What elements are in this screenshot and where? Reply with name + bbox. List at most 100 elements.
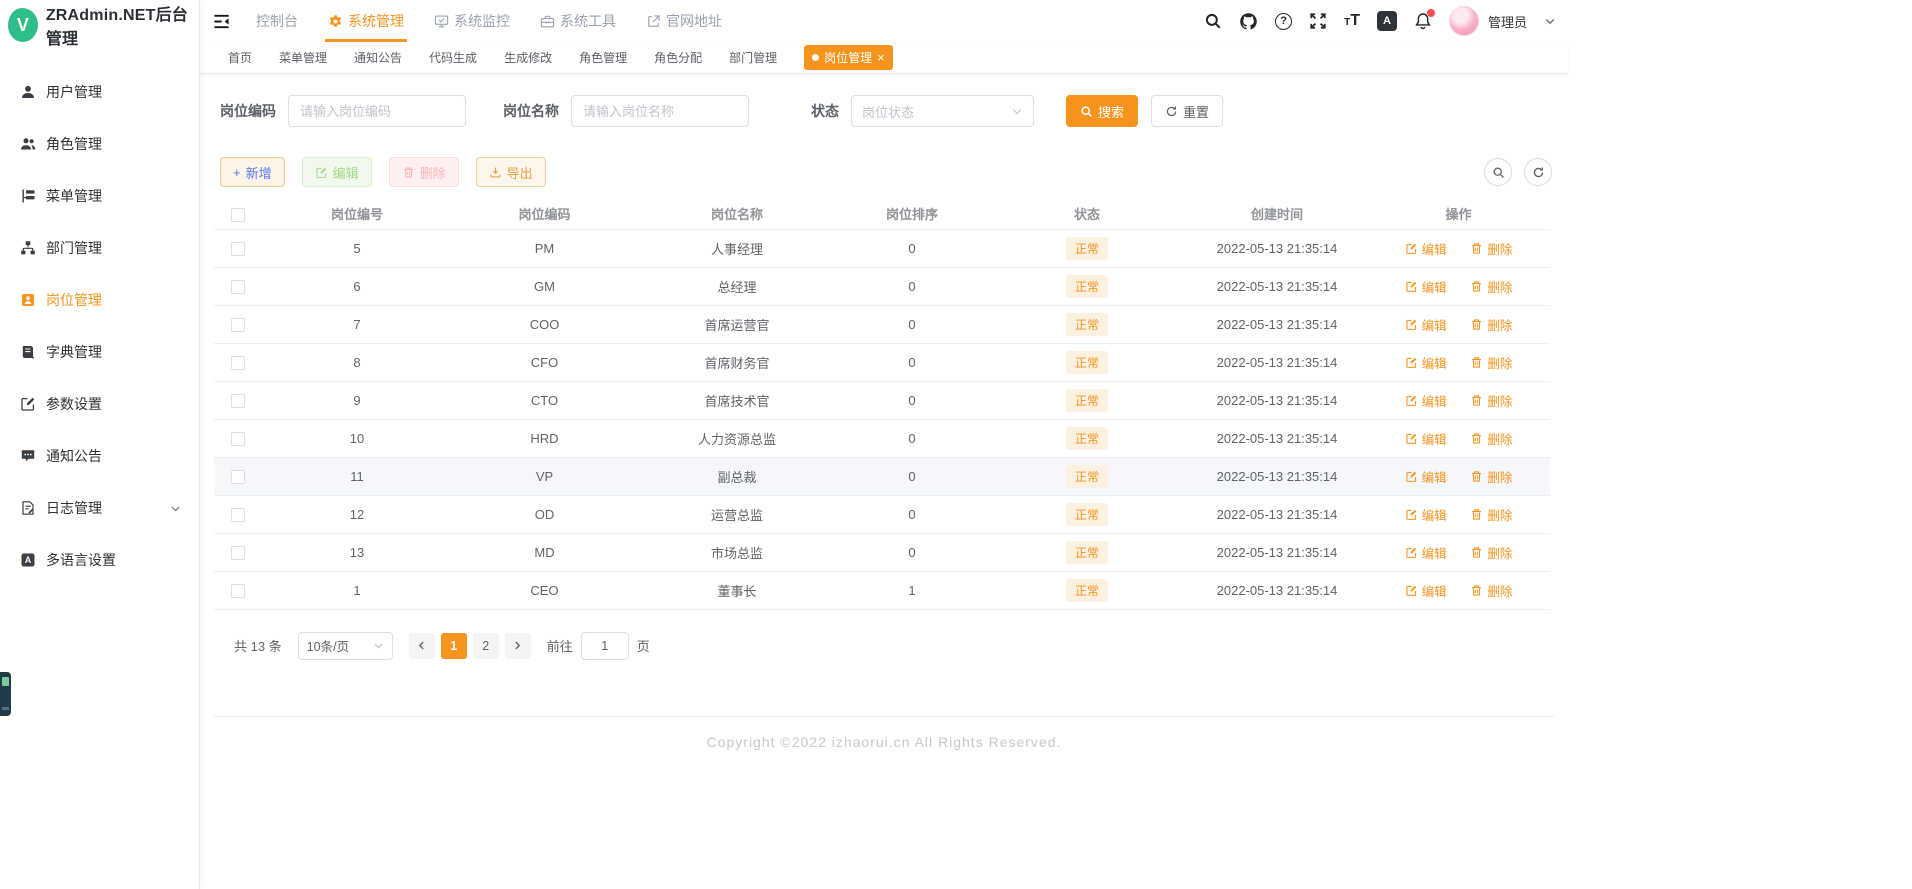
cell-created-time: 2022-05-13 21:35:14 xyxy=(1187,495,1367,534)
help-icon[interactable]: ? xyxy=(1275,12,1293,30)
tab[interactable]: 角色管理× xyxy=(579,49,627,66)
row-delete-button[interactable]: 删除 xyxy=(1470,315,1512,334)
cell-post-code: CEO xyxy=(452,571,637,610)
tab-close-icon[interactable]: × xyxy=(877,51,885,64)
nav-item-official-site[interactable]: 官网地址 xyxy=(631,0,737,42)
row-delete-button[interactable]: 删除 xyxy=(1470,505,1512,524)
search-icon[interactable] xyxy=(1204,12,1222,30)
export-button[interactable]: 导出 xyxy=(475,157,546,187)
row-edit-button[interactable]: 编辑 xyxy=(1405,505,1447,524)
row-checkbox[interactable] xyxy=(231,507,245,522)
row-delete-button[interactable]: 删除 xyxy=(1470,277,1512,296)
sidebar-item-menus[interactable]: 菜单管理 xyxy=(0,170,199,222)
reset-button[interactable]: 重置 xyxy=(1151,95,1224,127)
fullscreen-icon[interactable] xyxy=(1309,12,1327,30)
sidebar-item-dictionary[interactable]: 字典管理 xyxy=(0,326,199,378)
sidebar-item-departments[interactable]: 部门管理 xyxy=(0,222,199,274)
nav-item-console[interactable]: 控制台 xyxy=(241,0,313,42)
sidebar-item-languages[interactable]: A 多语言设置 xyxy=(0,534,199,586)
row-edit-button[interactable]: 编辑 xyxy=(1405,277,1447,296)
tab[interactable]: 部门管理× xyxy=(729,49,777,66)
user-name[interactable]: 管理员 xyxy=(1488,12,1527,31)
sidebar-item-notices[interactable]: 通知公告 xyxy=(0,430,199,482)
sidebar-item-users[interactable]: 用户管理 xyxy=(0,66,199,118)
font-size-icon[interactable]: TT xyxy=(1344,12,1360,30)
language-switch-icon[interactable]: A xyxy=(1376,11,1397,31)
sidebar-item-logs[interactable]: 日志管理 xyxy=(0,482,199,534)
select-all-checkbox[interactable] xyxy=(231,207,245,222)
avatar[interactable] xyxy=(1448,6,1479,36)
row-delete-button[interactable]: 删除 xyxy=(1470,353,1512,372)
tab[interactable]: 菜单管理× xyxy=(279,49,327,66)
row-checkbox[interactable] xyxy=(231,431,245,446)
row-checkbox[interactable] xyxy=(231,393,245,408)
add-button[interactable]: + 新增 xyxy=(220,157,285,187)
table-row[interactable]: 12 OD 运营总监 0 正常 2022-05-13 21:35:14 编辑 删… xyxy=(214,495,1550,534)
chevron-down-icon[interactable] xyxy=(1544,15,1556,27)
row-delete-button[interactable]: 删除 xyxy=(1470,543,1512,562)
row-edit-button[interactable]: 编辑 xyxy=(1405,467,1447,486)
table-row[interactable]: 9 CTO 首席技术官 0 正常 2022-05-13 21:35:14 编辑 … xyxy=(214,381,1550,420)
next-page-button[interactable] xyxy=(504,632,531,659)
gear-icon xyxy=(328,14,343,29)
row-edit-button[interactable]: 编辑 xyxy=(1405,391,1447,410)
refresh-icon[interactable] xyxy=(1524,158,1552,186)
sidebar-item-posts[interactable]: 岗位管理 xyxy=(0,274,199,326)
github-icon[interactable] xyxy=(1239,12,1258,31)
show-search-icon[interactable] xyxy=(1484,158,1512,186)
sidebar-toggle-icon[interactable] xyxy=(212,12,231,31)
page-number-button[interactable]: 1 xyxy=(440,632,467,659)
nav-item-system-monitor[interactable]: 系统监控 xyxy=(419,0,525,42)
table-row[interactable]: 11 VP 副总裁 0 正常 2022-05-13 21:35:14 编辑 删除 xyxy=(214,457,1550,496)
collapsed-widget[interactable] xyxy=(0,672,11,716)
row-edit-button[interactable]: 编辑 xyxy=(1405,429,1447,448)
page-size-select[interactable]: 10条/页 xyxy=(297,631,393,660)
cell-post-sort: 0 xyxy=(837,381,987,420)
table-row[interactable]: 13 MD 市场总监 0 正常 2022-05-13 21:35:14 编辑 删… xyxy=(214,533,1550,572)
row-delete-button[interactable]: 删除 xyxy=(1470,581,1512,600)
row-delete-button[interactable]: 删除 xyxy=(1470,429,1512,448)
row-edit-button[interactable]: 编辑 xyxy=(1405,581,1447,600)
sidebar-item-roles[interactable]: 角色管理 xyxy=(0,118,199,170)
row-checkbox[interactable] xyxy=(231,279,245,294)
row-edit-button[interactable]: 编辑 xyxy=(1405,543,1447,562)
row-checkbox[interactable] xyxy=(231,317,245,332)
table-row[interactable]: 10 HRD 人力资源总监 0 正常 2022-05-13 21:35:14 编… xyxy=(214,419,1550,458)
nav-item-system-management[interactable]: 系统管理 xyxy=(313,0,419,42)
tab[interactable]: 首页× xyxy=(228,49,252,66)
table-row[interactable]: 7 COO 首席运营官 0 正常 2022-05-13 21:35:14 编辑 … xyxy=(214,305,1550,344)
app-logo[interactable]: V ZRAdmin.NET后台管理 xyxy=(0,0,199,50)
table-row[interactable]: 6 GM 总经理 0 正常 2022-05-13 21:35:14 编辑 删除 xyxy=(214,267,1550,306)
post-name-input[interactable] xyxy=(571,95,749,127)
tab[interactable]: 岗位管理 × xyxy=(804,45,893,70)
row-checkbox[interactable] xyxy=(231,355,245,370)
post-code-input[interactable] xyxy=(288,95,466,127)
tab[interactable]: 生成修改× xyxy=(504,49,552,66)
edit-button[interactable]: 编辑 xyxy=(301,157,372,187)
tab[interactable]: 代码生成× xyxy=(429,49,477,66)
status-select[interactable]: 岗位状态 xyxy=(851,95,1034,127)
sidebar-item-parameters[interactable]: 参数设置 xyxy=(0,378,199,430)
row-edit-button[interactable]: 编辑 xyxy=(1405,353,1447,372)
delete-button[interactable]: 删除 xyxy=(388,157,459,187)
row-checkbox[interactable] xyxy=(231,469,245,484)
bell-icon[interactable] xyxy=(1414,9,1435,30)
row-delete-button[interactable]: 删除 xyxy=(1470,391,1512,410)
row-edit-button[interactable]: 编辑 xyxy=(1405,239,1447,258)
row-checkbox[interactable] xyxy=(231,545,245,560)
table-row[interactable]: 5 PM 人事经理 0 正常 2022-05-13 21:35:14 编辑 删除 xyxy=(214,229,1550,268)
table-row[interactable]: 1 CEO 董事长 1 正常 2022-05-13 21:35:14 编辑 删除 xyxy=(214,571,1550,610)
goto-page-input[interactable] xyxy=(580,631,629,660)
nav-item-system-tools[interactable]: 系统工具 xyxy=(525,0,631,42)
page-number-button[interactable]: 2 xyxy=(472,632,499,659)
row-edit-button[interactable]: 编辑 xyxy=(1405,315,1447,334)
search-button[interactable]: 搜索 xyxy=(1066,95,1139,127)
row-delete-button[interactable]: 删除 xyxy=(1470,239,1512,258)
prev-page-button[interactable] xyxy=(408,632,435,659)
row-checkbox[interactable] xyxy=(231,241,245,256)
table-row[interactable]: 8 CFO 首席财务官 0 正常 2022-05-13 21:35:14 编辑 … xyxy=(214,343,1550,382)
tab[interactable]: 通知公告× xyxy=(354,49,402,66)
tab[interactable]: 角色分配× xyxy=(654,49,702,66)
row-checkbox[interactable] xyxy=(231,583,245,598)
row-delete-button[interactable]: 删除 xyxy=(1470,467,1512,486)
